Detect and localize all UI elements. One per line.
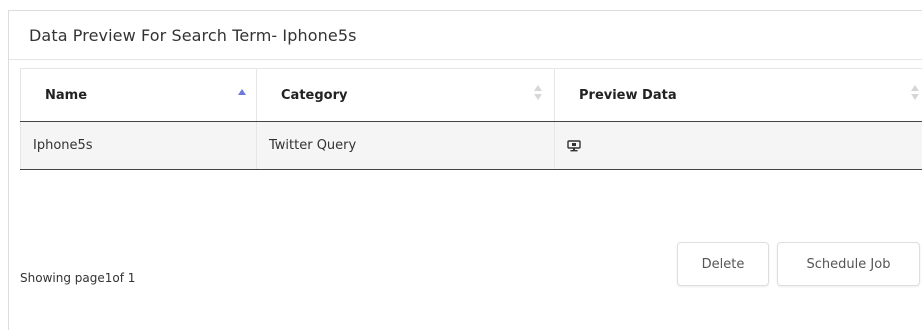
cell-category: Twitter Query: [257, 122, 555, 170]
panel-title: Data Preview For Search Term- Iphone5s: [29, 26, 357, 45]
column-header-name[interactable]: Name: [21, 69, 257, 122]
cell-preview: [555, 122, 922, 170]
sort-icon[interactable]: [911, 85, 919, 101]
results-table-wrapper: Name Category Preview Data: [20, 68, 922, 170]
pagination-status: Showing page1of 1: [20, 271, 135, 285]
sort-icon[interactable]: [534, 85, 542, 101]
panel-header: Data Preview For Search Term- Iphone5s: [9, 11, 922, 60]
column-header-preview[interactable]: Preview Data: [555, 69, 922, 122]
table-row[interactable]: Iphone5s Twitter Query: [21, 122, 922, 170]
monitor-icon[interactable]: [567, 140, 581, 152]
column-header-category-label: Category: [281, 88, 347, 103]
results-table: Name Category Preview Data: [20, 68, 922, 170]
delete-button[interactable]: Delete: [677, 242, 769, 286]
sort-ascending-icon[interactable]: [238, 89, 246, 95]
column-header-preview-label: Preview Data: [579, 88, 677, 103]
table-header-row: Name Category Preview Data: [21, 69, 922, 122]
column-header-category[interactable]: Category: [257, 69, 555, 122]
cell-name: Iphone5s: [21, 122, 257, 170]
schedule-job-button[interactable]: Schedule Job: [777, 242, 920, 286]
column-header-name-label: Name: [45, 88, 87, 103]
